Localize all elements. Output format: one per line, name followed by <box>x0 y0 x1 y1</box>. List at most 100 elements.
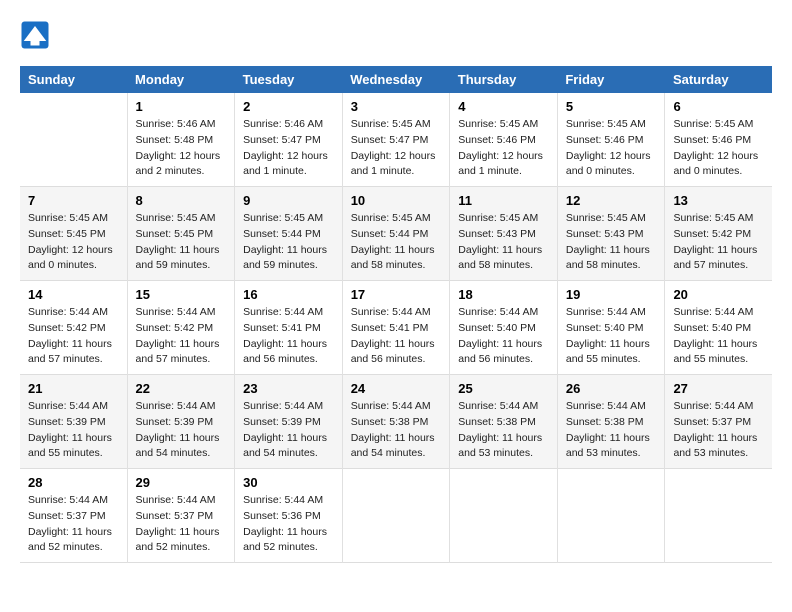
day-info: Sunrise: 5:44 AMSunset: 5:41 PMDaylight:… <box>351 305 442 368</box>
day-info: Sunrise: 5:44 AMSunset: 5:42 PMDaylight:… <box>136 305 227 368</box>
day-number: 12 <box>566 193 657 208</box>
header-day-thursday: Thursday <box>450 66 558 93</box>
calendar-cell: 6 Sunrise: 5:45 AMSunset: 5:46 PMDaylight… <box>665 93 772 187</box>
calendar-cell: 25 Sunrise: 5:44 AMSunset: 5:38 PMDayligh… <box>450 375 558 469</box>
calendar-cell: 30 Sunrise: 5:44 AMSunset: 5:36 PMDayligh… <box>235 469 343 563</box>
calendar-cell: 18 Sunrise: 5:44 AMSunset: 5:40 PMDayligh… <box>450 281 558 375</box>
day-number: 17 <box>351 287 442 302</box>
day-number: 29 <box>136 475 227 490</box>
day-info: Sunrise: 5:44 AMSunset: 5:40 PMDaylight:… <box>566 305 657 368</box>
page-header <box>20 20 772 50</box>
calendar-cell: 16 Sunrise: 5:44 AMSunset: 5:41 PMDayligh… <box>235 281 343 375</box>
header-day-saturday: Saturday <box>665 66 772 93</box>
week-row-2: 7Sunrise: 5:45 AMSunset: 5:45 PMDaylight… <box>20 187 772 281</box>
day-info: Sunrise: 5:44 AMSunset: 5:41 PMDaylight:… <box>243 305 334 368</box>
day-info: Sunrise: 5:44 AMSunset: 5:40 PMDaylight:… <box>673 305 764 368</box>
header-day-monday: Monday <box>127 66 235 93</box>
calendar-cell <box>450 469 558 563</box>
day-info: Sunrise: 5:44 AMSunset: 5:38 PMDaylight:… <box>566 399 657 462</box>
calendar-cell: 4Sunrise: 5:45 AMSunset: 5:46 PMDaylight… <box>450 93 558 187</box>
calendar-cell: 29 Sunrise: 5:44 AMSunset: 5:37 PMDayligh… <box>127 469 235 563</box>
day-info: Sunrise: 5:44 AMSunset: 5:38 PMDaylight:… <box>351 399 442 462</box>
day-info: Sunrise: 5:45 AMSunset: 5:46 PMDaylight:… <box>673 117 764 180</box>
day-number: 15 <box>136 287 227 302</box>
calendar-cell: 10Sunrise: 5:45 AMSunset: 5:44 PMDayligh… <box>342 187 450 281</box>
logo-icon <box>20 20 50 50</box>
calendar-cell <box>557 469 665 563</box>
calendar-cell <box>20 93 127 187</box>
day-info: Sunrise: 5:46 AMSunset: 5:48 PMDaylight:… <box>136 117 227 180</box>
calendar-cell: 13 Sunrise: 5:45 AMSunset: 5:42 PMDayligh… <box>665 187 772 281</box>
day-number: 23 <box>243 381 334 396</box>
day-info: Sunrise: 5:44 AMSunset: 5:42 PMDaylight:… <box>28 305 119 368</box>
day-info: Sunrise: 5:44 AMSunset: 5:36 PMDaylight:… <box>243 493 334 556</box>
calendar-table: SundayMondayTuesdayWednesdayThursdayFrid… <box>20 66 772 563</box>
calendar-cell: 21 Sunrise: 5:44 AMSunset: 5:39 PMDayligh… <box>20 375 127 469</box>
day-info: Sunrise: 5:46 AMSunset: 5:47 PMDaylight:… <box>243 117 334 180</box>
day-info: Sunrise: 5:44 AMSunset: 5:37 PMDaylight:… <box>136 493 227 556</box>
calendar-cell: 22 Sunrise: 5:44 AMSunset: 5:39 PMDayligh… <box>127 375 235 469</box>
day-info: Sunrise: 5:44 AMSunset: 5:38 PMDaylight:… <box>458 399 549 462</box>
calendar-cell: 2 Sunrise: 5:46 AMSunset: 5:47 PMDaylight… <box>235 93 343 187</box>
calendar-cell: 7Sunrise: 5:45 AMSunset: 5:45 PMDaylight… <box>20 187 127 281</box>
week-row-4: 21 Sunrise: 5:44 AMSunset: 5:39 PMDayligh… <box>20 375 772 469</box>
day-info: Sunrise: 5:44 AMSunset: 5:40 PMDaylight:… <box>458 305 549 368</box>
calendar-cell <box>665 469 772 563</box>
week-row-3: 14 Sunrise: 5:44 AMSunset: 5:42 PMDayligh… <box>20 281 772 375</box>
day-number: 30 <box>243 475 334 490</box>
day-number: 13 <box>673 193 764 208</box>
day-info: Sunrise: 5:44 AMSunset: 5:39 PMDaylight:… <box>136 399 227 462</box>
day-number: 28 <box>28 475 119 490</box>
day-number: 19 <box>566 287 657 302</box>
calendar-cell: 3 Sunrise: 5:45 AMSunset: 5:47 PMDaylight… <box>342 93 450 187</box>
calendar-cell: 27Sunrise: 5:44 AMSunset: 5:37 PMDayligh… <box>665 375 772 469</box>
day-number: 27 <box>673 381 764 396</box>
day-number: 25 <box>458 381 549 396</box>
calendar-cell: 19 Sunrise: 5:44 AMSunset: 5:40 PMDayligh… <box>557 281 665 375</box>
calendar-cell: 17 Sunrise: 5:44 AMSunset: 5:41 PMDayligh… <box>342 281 450 375</box>
calendar-cell: 26Sunrise: 5:44 AMSunset: 5:38 PMDayligh… <box>557 375 665 469</box>
day-number: 8 <box>136 193 227 208</box>
day-number: 18 <box>458 287 549 302</box>
week-row-1: 1Sunrise: 5:46 AMSunset: 5:48 PMDaylight… <box>20 93 772 187</box>
day-info: Sunrise: 5:44 AMSunset: 5:39 PMDaylight:… <box>243 399 334 462</box>
day-info: Sunrise: 5:44 AMSunset: 5:39 PMDaylight:… <box>28 399 119 462</box>
header-day-sunday: Sunday <box>20 66 127 93</box>
day-number: 21 <box>28 381 119 396</box>
day-info: Sunrise: 5:45 AMSunset: 5:43 PMDaylight:… <box>458 211 549 274</box>
week-row-5: 28 Sunrise: 5:44 AMSunset: 5:37 PMDayligh… <box>20 469 772 563</box>
calendar-cell: 24 Sunrise: 5:44 AMSunset: 5:38 PMDayligh… <box>342 375 450 469</box>
day-number: 5 <box>566 99 657 114</box>
header-day-friday: Friday <box>557 66 665 93</box>
day-info: Sunrise: 5:45 AMSunset: 5:46 PMDaylight:… <box>566 117 657 180</box>
day-number: 11 <box>458 193 549 208</box>
calendar-cell: 5 Sunrise: 5:45 AMSunset: 5:46 PMDaylight… <box>557 93 665 187</box>
day-number: 7 <box>28 193 119 208</box>
day-number: 22 <box>136 381 227 396</box>
calendar-cell: 15 Sunrise: 5:44 AMSunset: 5:42 PMDayligh… <box>127 281 235 375</box>
day-number: 9 <box>243 193 334 208</box>
day-info: Sunrise: 5:45 AMSunset: 5:44 PMDaylight:… <box>351 211 442 274</box>
day-number: 20 <box>673 287 764 302</box>
day-info: Sunrise: 5:45 AMSunset: 5:47 PMDaylight:… <box>351 117 442 180</box>
day-info: Sunrise: 5:45 AMSunset: 5:46 PMDaylight:… <box>458 117 549 180</box>
day-number: 14 <box>28 287 119 302</box>
day-info: Sunrise: 5:45 AMSunset: 5:43 PMDaylight:… <box>566 211 657 274</box>
day-number: 24 <box>351 381 442 396</box>
day-number: 2 <box>243 99 334 114</box>
calendar-cell: 11 Sunrise: 5:45 AMSunset: 5:43 PMDayligh… <box>450 187 558 281</box>
calendar-cell: 28 Sunrise: 5:44 AMSunset: 5:37 PMDayligh… <box>20 469 127 563</box>
calendar-header-row: SundayMondayTuesdayWednesdayThursdayFrid… <box>20 66 772 93</box>
day-number: 3 <box>351 99 442 114</box>
day-number: 6 <box>673 99 764 114</box>
calendar-cell: 23 Sunrise: 5:44 AMSunset: 5:39 PMDayligh… <box>235 375 343 469</box>
day-info: Sunrise: 5:44 AMSunset: 5:37 PMDaylight:… <box>28 493 119 556</box>
logo <box>20 20 52 50</box>
calendar-cell: 9Sunrise: 5:45 AMSunset: 5:44 PMDaylight… <box>235 187 343 281</box>
calendar-cell: 8Sunrise: 5:45 AMSunset: 5:45 PMDaylight… <box>127 187 235 281</box>
calendar-cell <box>342 469 450 563</box>
calendar-cell: 20 Sunrise: 5:44 AMSunset: 5:40 PMDayligh… <box>665 281 772 375</box>
day-info: Sunrise: 5:45 AMSunset: 5:42 PMDaylight:… <box>673 211 764 274</box>
calendar-cell: 12 Sunrise: 5:45 AMSunset: 5:43 PMDayligh… <box>557 187 665 281</box>
day-number: 16 <box>243 287 334 302</box>
